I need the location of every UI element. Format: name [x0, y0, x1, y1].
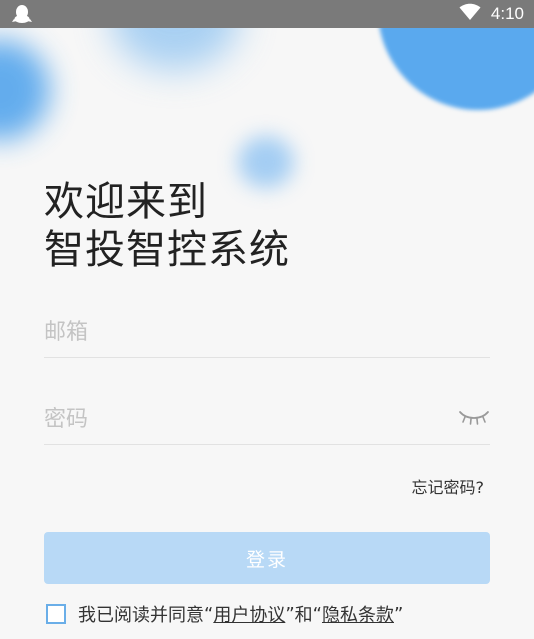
password-input[interactable] — [44, 399, 444, 439]
decorative-blob — [0, 40, 50, 140]
agreement-prefix: 我已阅读并同意 — [78, 605, 204, 626]
agreement-and: 和 — [294, 605, 313, 626]
agreement-checkbox[interactable] — [46, 604, 66, 624]
wifi-icon — [459, 3, 481, 25]
welcome-line-1: 欢迎来到 — [44, 179, 208, 225]
privacy-terms-link[interactable]: 隐私条款 — [322, 601, 394, 627]
quote-mark: “ — [204, 603, 214, 625]
user-agreement-link[interactable]: 用户协议 — [213, 601, 285, 627]
welcome-title: 欢迎来到 智投智控系统 — [44, 178, 290, 274]
email-field — [44, 306, 490, 358]
quote-mark: ” — [285, 603, 295, 625]
qq-penguin-icon — [12, 4, 32, 24]
login-screen: 4:10 欢迎来到 智投智控系统 忘记密码? 登录 我已阅读并同意 “ 用户协 — [0, 0, 534, 639]
quote-mark: “ — [312, 603, 322, 625]
welcome-line-2: 智投智控系统 — [44, 227, 290, 273]
login-button[interactable]: 登录 — [44, 532, 490, 584]
password-field — [44, 393, 490, 445]
agreement-row: 我已阅读并同意 “ 用户协议 ” 和 “ 隐私条款 ” — [46, 602, 403, 626]
status-bar: 4:10 — [0, 0, 534, 28]
status-time: 4:10 — [490, 4, 524, 23]
email-input[interactable] — [44, 312, 444, 352]
forgot-password-link[interactable]: 忘记密码? — [412, 474, 485, 498]
eye-closed-icon[interactable] — [458, 407, 490, 427]
quote-mark: ” — [393, 603, 404, 625]
